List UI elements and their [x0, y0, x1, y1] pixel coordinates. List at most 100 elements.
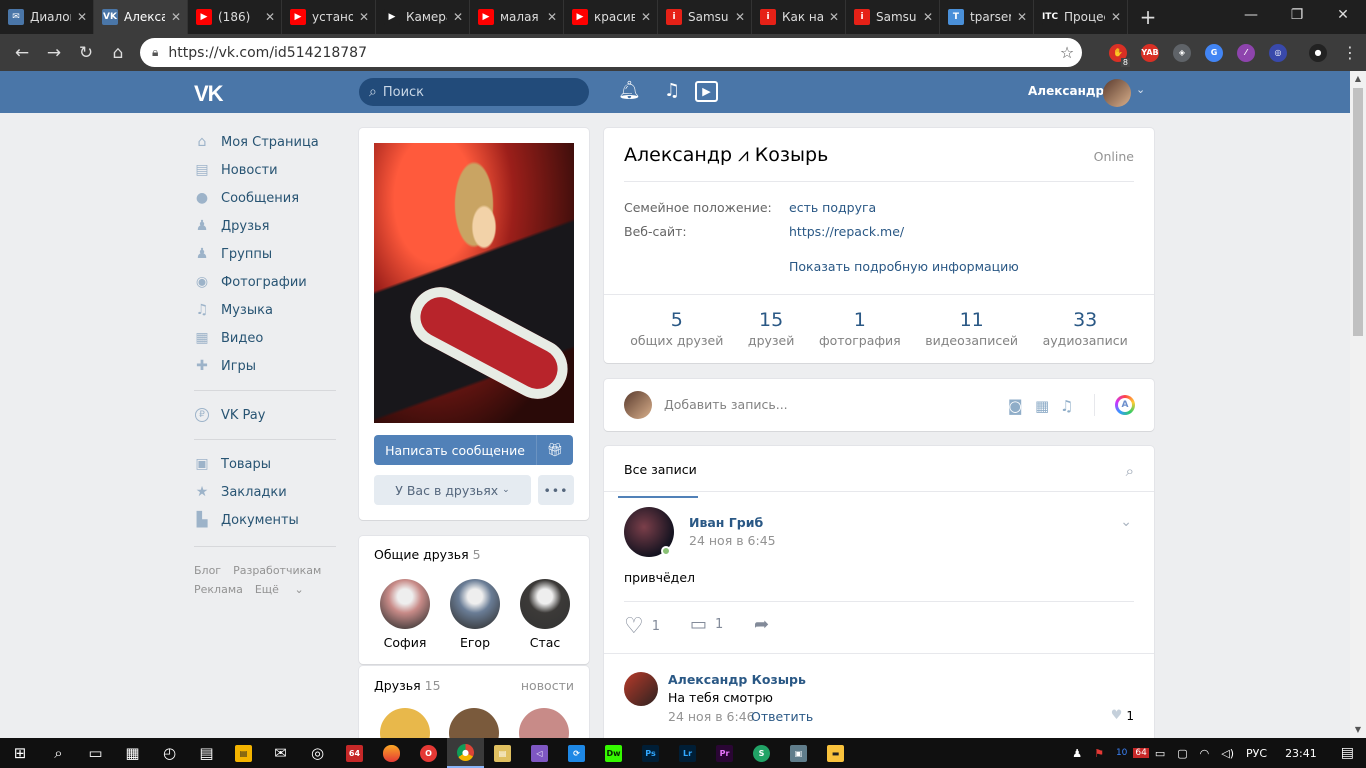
- tab-6[interactable]: ▶ красивые ✕: [564, 0, 658, 34]
- restore-icon[interactable]: ❐: [1274, 0, 1320, 30]
- like-button[interactable]: ♡ 1: [624, 614, 660, 639]
- show-details-link[interactable]: Показать подробную информацию: [789, 259, 1019, 274]
- notifications-bell-icon[interactable]: 🔔︎: [618, 80, 641, 101]
- opera-app-icon[interactable]: O: [410, 738, 447, 768]
- chrome-app-icon[interactable]: ●: [447, 738, 484, 768]
- sidebar-item-home[interactable]: ⌂ Моя Страница: [194, 128, 344, 156]
- play-icon[interactable]: ▶: [695, 81, 718, 102]
- sidebar-item-documents[interactable]: ▙ Документы: [194, 506, 344, 534]
- bulb-extension-icon[interactable]: ◈: [1166, 37, 1198, 69]
- reload-icon[interactable]: ↻: [70, 37, 102, 69]
- tab-11[interactable]: ITC Процессор ✕: [1034, 0, 1128, 34]
- close-tab-icon[interactable]: ✕: [923, 10, 933, 24]
- sidebar-item-video[interactable]: ▦ Видео: [194, 324, 344, 352]
- new-tab-button[interactable]: +: [1128, 0, 1168, 34]
- website-link[interactable]: https://repack.me/: [789, 224, 904, 239]
- bookmark-star-icon[interactable]: ☆: [1052, 43, 1082, 62]
- tab-10[interactable]: Ttparser ✕: [940, 0, 1034, 34]
- tab-3[interactable]: ▶ установка ✕: [282, 0, 376, 34]
- address-bar[interactable]: 🔒︎ ☆: [140, 38, 1082, 67]
- network-app-icon[interactable]: ▣: [780, 738, 817, 768]
- sidebar-item-messages[interactable]: ● Сообщения: [194, 184, 344, 212]
- vk-logo[interactable]: VK: [194, 81, 224, 107]
- tab-5[interactable]: ▶ малая ✕: [470, 0, 564, 34]
- post-menu-chevron-icon[interactable]: ⌄: [1120, 514, 1132, 530]
- tab-7[interactable]: i Samsung ✕: [658, 0, 752, 34]
- clock[interactable]: 23:41: [1273, 747, 1329, 760]
- explorer-app-icon[interactable]: ▬: [817, 738, 854, 768]
- close-tab-icon[interactable]: ✕: [265, 10, 275, 24]
- profile-counter[interactable]: 15 друзей: [748, 309, 794, 348]
- sidebar-item-goods[interactable]: ▣ Товары: [194, 450, 344, 478]
- tab-all-posts[interactable]: Все записи: [624, 462, 697, 477]
- recorder-app-icon[interactable]: ◎: [299, 738, 336, 768]
- friend-avatar-3[interactable]: [513, 708, 575, 738]
- sync-app-icon[interactable]: ⟳: [558, 738, 595, 768]
- wifi-icon[interactable]: ◠: [1194, 747, 1216, 760]
- sidebar-item-games[interactable]: ✚ Игры: [194, 352, 344, 380]
- close-tab-icon[interactable]: ✕: [453, 10, 463, 24]
- mutual-friends-header[interactable]: Общие друзья 5: [374, 547, 481, 562]
- lightroom-app-icon[interactable]: Lr: [669, 738, 706, 768]
- scroll-down-icon[interactable]: ▼: [1350, 722, 1366, 738]
- profile-counter[interactable]: 1 фотография: [819, 309, 901, 348]
- yab-extension-icon[interactable]: YAB: [1134, 37, 1166, 69]
- profile-photo[interactable]: [374, 143, 579, 423]
- close-tab-icon[interactable]: ✕: [1111, 10, 1121, 24]
- store-app-icon[interactable]: ▤: [225, 738, 262, 768]
- scroll-up-icon[interactable]: ▲: [1350, 71, 1366, 87]
- tab-1[interactable]: VK Александр ✕: [94, 0, 188, 34]
- people-icon[interactable]: ♟: [1066, 747, 1088, 760]
- language-indicator[interactable]: РУС: [1240, 747, 1273, 760]
- sidebar-item-friends[interactable]: ♟ Друзья: [194, 212, 344, 240]
- tab-9[interactable]: i Samsung ✕: [846, 0, 940, 34]
- dreamweaver-app-icon[interactable]: Dw: [595, 738, 632, 768]
- windows-start-icon[interactable]: ⊞: [0, 738, 40, 768]
- share-button[interactable]: ➦: [754, 614, 769, 635]
- close-tab-icon[interactable]: ✕: [735, 10, 745, 24]
- profile-counter[interactable]: 11 видеозаписей: [925, 309, 1018, 348]
- comment-like-button[interactable]: ♥ 1: [1111, 708, 1134, 723]
- scrollbar-thumb[interactable]: [1353, 88, 1363, 336]
- aida64-app-icon[interactable]: 64: [336, 738, 373, 768]
- comment-date[interactable]: 24 ноя в 6:46: [668, 709, 755, 724]
- composer-input[interactable]: Добавить запись...: [664, 397, 788, 412]
- tab-8[interactable]: i Как на ✕: [752, 0, 846, 34]
- close-tab-icon[interactable]: ✕: [171, 10, 181, 24]
- footer-link-ads[interactable]: Реклама: [194, 583, 243, 596]
- calendar-app-icon[interactable]: ▦: [114, 738, 151, 768]
- close-window-icon[interactable]: ✕: [1320, 0, 1366, 30]
- close-tab-icon[interactable]: ✕: [77, 10, 87, 24]
- close-tab-icon[interactable]: ✕: [641, 10, 651, 24]
- sidebar-item-music[interactable]: ♫ Музыка: [194, 296, 344, 324]
- home-button-icon[interactable]: ⌂: [102, 37, 134, 69]
- info-value-link[interactable]: есть подруга: [789, 200, 876, 215]
- friends-header[interactable]: Друзья 15: [374, 678, 441, 693]
- wall-search-icon[interactable]: ⌕: [1126, 462, 1134, 480]
- flag-icon[interactable]: ⚑: [1088, 747, 1110, 760]
- more-actions-button[interactable]: •••: [538, 475, 574, 505]
- reply-link[interactable]: Ответить: [751, 709, 813, 724]
- footer-link-more[interactable]: Ещё ⌄: [255, 583, 304, 596]
- video-icon[interactable]: ▦: [1035, 397, 1049, 415]
- camera-icon[interactable]: ◙: [1008, 397, 1023, 415]
- comment-author-link[interactable]: Александр Козырь: [668, 672, 806, 687]
- chat-icon[interactable]: ▢: [1171, 747, 1193, 760]
- profile-counter[interactable]: 5 общих друзей: [630, 309, 723, 348]
- sidebar-item-bookmark[interactable]: ★ Закладки: [194, 478, 344, 506]
- music-player-icon[interactable]: ♫: [664, 80, 680, 101]
- taskbar-search-icon[interactable]: ⌕: [40, 738, 77, 768]
- premiere-app-icon[interactable]: Pr: [706, 738, 743, 768]
- header-user-name[interactable]: Александр: [1028, 84, 1104, 98]
- friend-avatar-2[interactable]: [443, 708, 505, 738]
- sidebar-item-news[interactable]: ▤ Новости: [194, 156, 344, 184]
- friend-avatar-1[interactable]: [374, 708, 436, 738]
- tray-badge-64[interactable]: 64: [1133, 748, 1149, 758]
- chevron-down-icon[interactable]: ⌄: [1136, 83, 1145, 96]
- footer-link-developers[interactable]: Разработчикам: [233, 564, 321, 577]
- battery-icon[interactable]: ▭: [1149, 747, 1171, 760]
- notifications-icon[interactable]: ▤: [1329, 745, 1366, 761]
- tab-4[interactable]: ▶ Камера ✕: [376, 0, 470, 34]
- calculator-app-icon[interactable]: ▤: [188, 738, 225, 768]
- close-tab-icon[interactable]: ✕: [547, 10, 557, 24]
